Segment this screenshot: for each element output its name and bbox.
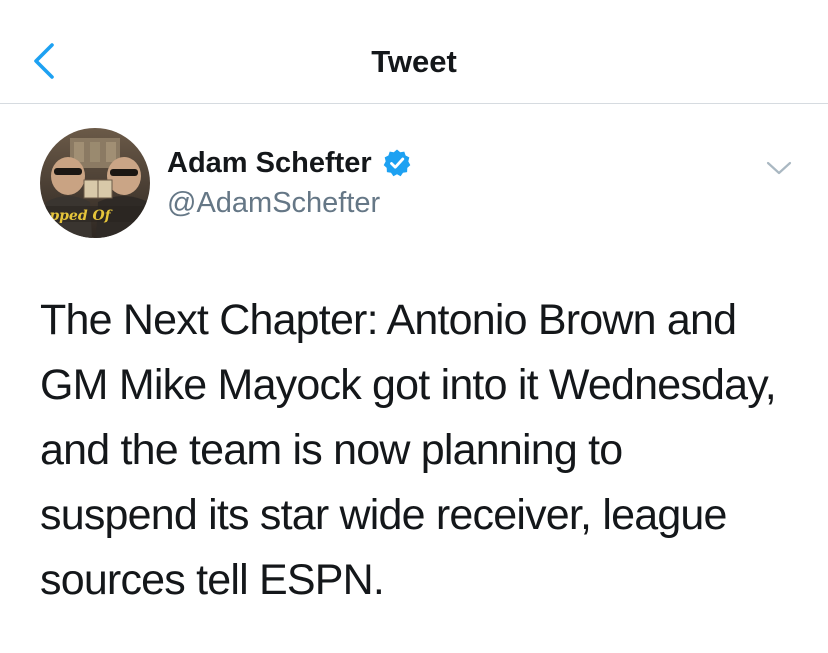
tweet-line: suspend its star wide receiver, league <box>40 491 727 539</box>
avatar-image: opped Of <box>40 128 150 238</box>
tweet-line: The Next Chapter: Antonio Brown and <box>40 296 737 344</box>
author-handle[interactable]: @AdamSchefter <box>167 185 380 221</box>
verified-badge-icon <box>382 148 412 178</box>
author-name-row[interactable]: Adam Schefter <box>167 144 412 182</box>
chevron-down-icon <box>766 161 792 175</box>
svg-text:opped Of: opped Of <box>40 208 114 224</box>
avatar[interactable]: opped Of <box>40 128 150 238</box>
header-bar: Tweet <box>0 0 828 104</box>
tweet-line: GM Mike Mayock got into it Wednesday, <box>40 361 777 409</box>
tweet-line: and the team is now planning to <box>40 426 623 474</box>
author-name: Adam Schefter <box>167 147 372 179</box>
tweet-screen: Tweet opped Of Adam Schefter @AdamScheft… <box>0 0 828 653</box>
tweet-line: sources tell ESPN. <box>40 556 385 604</box>
tweet-text: The Next Chapter: Antonio Brown and GM M… <box>40 288 810 613</box>
more-options-button[interactable] <box>766 158 792 178</box>
page-title: Tweet <box>371 44 457 79</box>
